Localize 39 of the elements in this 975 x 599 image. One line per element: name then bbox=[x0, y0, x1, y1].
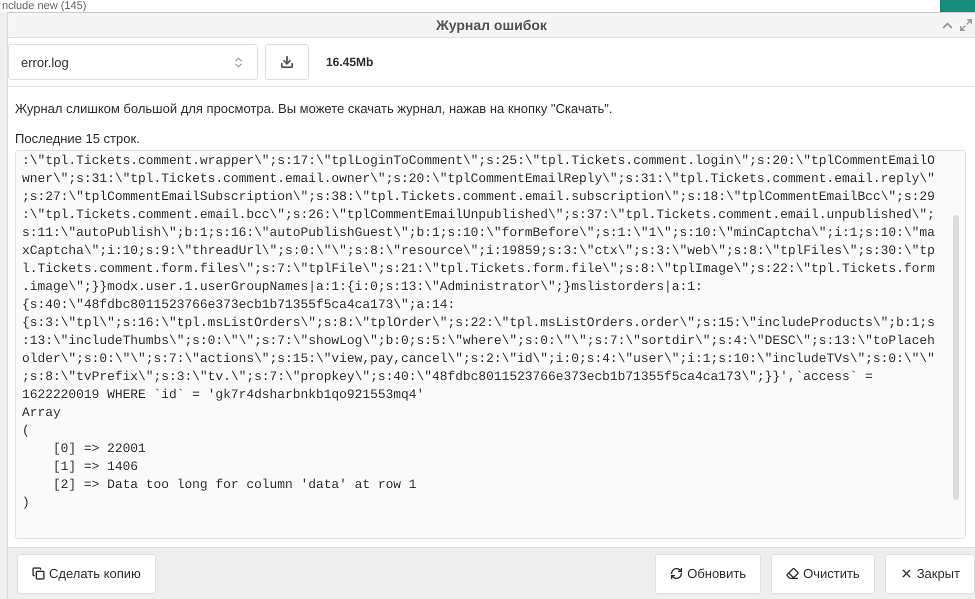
log-line: wner\";s:31:\"tpl.Tickets.comment.email.owner\";s:20:\"tplCommentEmailReply\";s:31:\"tpl.Tickets.comment.email.reply\" bbox=[22, 170, 936, 188]
header-bar bbox=[940, 0, 975, 12]
expand-icon[interactable] bbox=[959, 18, 973, 32]
log-line: older\";s:0:\"\";s:7:\"actions\";s:15:\"view,pay,cancel\";s:2:\"id\";i:0;s:4:\"user\";i:1;s:10:\"includeTVs\";s:0:\"\" bbox=[22, 350, 936, 368]
log-line: :13:\"includeThumbs\";s:0:\"\";s:7:\"showLog\";b:0;s:5:\"where\";s:0:\"\";s:7:\"sortdir\";s:4:\"DESC\";s:13:\"toPlaceh bbox=[22, 332, 936, 350]
dialog-title: Журнал ошибок bbox=[436, 17, 547, 33]
scrollbar[interactable] bbox=[953, 215, 959, 500]
log-line: :\"tpl.Tickets.comment.email.bcc\";s:26:\"tplCommentEmailUnpublished\";s:37:\"tpl.Tickets.comment.email.unpublished\"; bbox=[22, 206, 936, 224]
footer-button[interactable]: Сделать копию bbox=[17, 554, 156, 594]
log-line: [1] => 1406 bbox=[52, 458, 140, 476]
log-line: Array bbox=[22, 404, 62, 422]
file-select[interactable]: error.log bbox=[8, 44, 258, 80]
log-line: ( bbox=[22, 422, 31, 440]
last-lines-label: Последние 15 строк. bbox=[15, 131, 141, 146]
close-icon bbox=[900, 567, 913, 580]
log-line: 1622220019 WHERE `id` = 'gk7r4dsharbnkb1qo921553mq4' bbox=[22, 386, 426, 404]
copy-icon bbox=[32, 567, 45, 580]
log-line: :\"tpl.Tickets.comment.wrapper\";s:17:\"tplLoginToComment\";s:25:\"tpl.Tickets.comment.login\";s:20:\"tplCommentEmailO bbox=[22, 152, 936, 170]
log-line: {s:40:\"48fdbc8011523766e373ecb1b71355f5ca4ca173\";a:14: bbox=[22, 296, 456, 314]
download-button[interactable] bbox=[265, 44, 309, 80]
log-line: s:11:\"autoPublish\";b:1;s:16:\"autoPublishGuest\";b:1;s:10:\"formBefore\";s:1:\"1\";s:10:\"minCaptcha\";i:1;s:10:\"ma bbox=[22, 224, 936, 242]
refresh-icon bbox=[670, 567, 684, 580]
log-line: .image\";}}modx.user.1.userGroupNames|a:1:{i:0;s:13:\"Administrator\";}mslistorders|a:1: bbox=[22, 278, 704, 296]
footer-button[interactable]: Обновить bbox=[655, 554, 762, 594]
log-line: [2] => Data too long for column 'data' at row 1 bbox=[52, 476, 418, 494]
log-line: {s:3:\"tpl\";s:16:\"tpl.msListOrders\";s:8:\"tplOrder\";s:22:\"tpl.msListOrders.order\";s:15:\"includeProducts\";b:1;s bbox=[22, 314, 936, 332]
log-line: ) bbox=[22, 494, 31, 512]
info-message: Журнал слишком большой для просмотра. Вы можете скачать журнал, нажав на кнопку "Скачать". bbox=[15, 101, 614, 116]
footer-button[interactable]: Очистить bbox=[771, 554, 875, 594]
footer-button[interactable]: Закрыт bbox=[884, 554, 975, 594]
download-icon bbox=[280, 55, 294, 69]
log-line: xCaptcha\";i:10;s:9:\"threadUrl\";s:0:\"\";s:8:\"resource\";i:19859;s:3:\"ctx\";s:3:\"web\";s:8:\"tplFiles\";s:30:\"tp bbox=[22, 242, 936, 260]
log-line: ;s:27:\"tplCommentEmailSubscription\";s:38:\"tpl.Tickets.comment.email.subscription\";s:18:\"tplCommentEmailBcc\";s:29 bbox=[22, 188, 936, 206]
file-size: 16.45Mb bbox=[326, 55, 374, 69]
eraser-icon bbox=[786, 567, 800, 580]
log-line: l.Tickets.comment.form.files\";s:7:\"tplFile\";s:21:\"tpl.Tickets.form.file\";s:8:\"tplImage\";s:22:\"tpl.Tickets.form bbox=[22, 260, 936, 278]
log-line: [0] => 22001 bbox=[52, 440, 147, 458]
log-line: ;s:8:\"tvPrefix\";s:3:\"tv.\";s:7:\"propkey\";s:40:\"48fdbc8011523766e373ecb1b71355f5ca4ca173\";}}',`access` = bbox=[22, 368, 874, 386]
page-heading: nclude new (145) bbox=[1, 0, 86, 12]
